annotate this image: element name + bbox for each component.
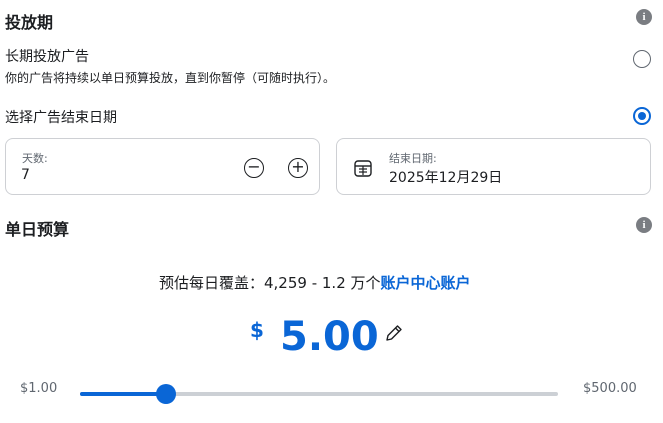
slider-max-label: $500.00: [583, 381, 637, 396]
estimated-reach-text: 预估每日覆盖：4,259 - 1.2 万个: [159, 274, 381, 292]
end-date-field[interactable]: 结束日期: 2025年12月29日: [336, 138, 651, 195]
end-date-field-value[interactable]: 2025年12月29日: [389, 167, 502, 187]
currency-symbol: $: [250, 318, 264, 342]
plus-icon[interactable]: +: [288, 158, 308, 178]
minus-icon[interactable]: −: [244, 158, 264, 178]
days-field-value[interactable]: 7: [21, 167, 30, 183]
schedule-info-icon[interactable]: i: [636, 9, 652, 25]
budget-title: 单日预算: [5, 220, 70, 239]
accounts-center-link[interactable]: 账户中心账户: [381, 274, 471, 292]
pencil-icon[interactable]: [384, 323, 404, 343]
budget-slider-track[interactable]: [80, 384, 558, 404]
estimated-reach: 预估每日覆盖：4,259 - 1.2 万个账户中心账户: [159, 272, 471, 293]
budget-info-icon[interactable]: i: [636, 217, 652, 233]
budget-slider-thumb[interactable]: [156, 384, 177, 404]
long-term-option-description: 你的广告将持续以单日预算投放，直到你暂停（可随时执行）。: [5, 71, 336, 85]
long-term-option-title: 长期投放广告: [5, 49, 89, 65]
end-date-field-label: 结束日期:: [389, 152, 437, 165]
budget-amount[interactable]: 5.00: [280, 312, 379, 362]
schedule-title: 投放期: [5, 13, 54, 32]
calendar-icon: [354, 159, 372, 177]
days-field-label: 天数:: [22, 152, 48, 165]
days-field[interactable]: 天数: 7 − +: [5, 138, 320, 195]
long-term-radio[interactable]: [633, 50, 651, 68]
budget-slider-fill: [80, 392, 167, 396]
slider-min-label: $1.00: [20, 381, 58, 396]
end-date-option-title: 选择广告结束日期: [5, 110, 117, 126]
end-date-radio[interactable]: [633, 107, 651, 125]
